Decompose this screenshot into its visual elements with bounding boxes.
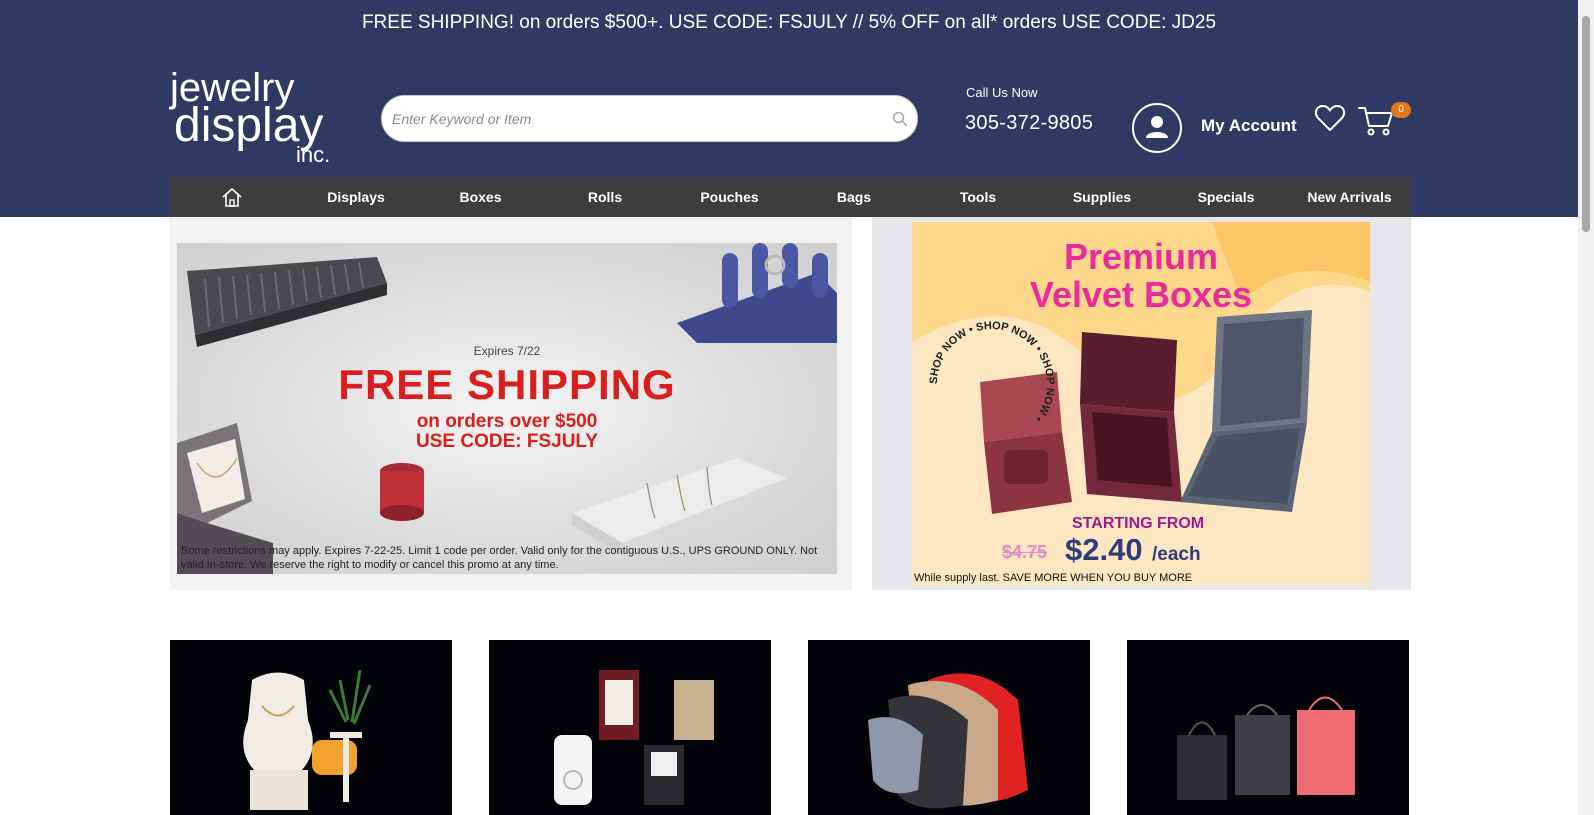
free-shipping-banner[interactable]: Expires 7/22 FREE SHIPPING on orders ove…: [170, 217, 852, 590]
nav-boxes[interactable]: Boxes: [418, 177, 543, 217]
scrollbar-thumb[interactable]: [1582, 16, 1590, 232]
nav-tools[interactable]: Tools: [916, 177, 1040, 217]
cart-icon[interactable]: [1357, 103, 1395, 137]
call-us-label: Call Us Now: [966, 85, 1038, 100]
category-tile-displays[interactable]: [170, 640, 452, 815]
starting-from-label: STARTING FROM: [1072, 515, 1205, 532]
necklace-bust-image: [243, 669, 372, 810]
site-logo[interactable]: jewelry display inc.: [168, 66, 358, 170]
search-box: [381, 95, 918, 142]
page: FREE SHIPPING! on orders $500+. USE CODE…: [0, 0, 1594, 815]
svg-text:SHOP NOW • SHOP NOW • SHOP NOW: SHOP NOW • SHOP NOW • SHOP NOW •: [928, 320, 1056, 424]
supply-note: While supply last. SAVE MORE WHEN YOU BU…: [914, 572, 1193, 584]
category-tile-pouches[interactable]: [808, 640, 1090, 815]
velvet-title-line-2: Velvet Boxes: [1029, 274, 1253, 315]
phone-number[interactable]: 305-372-9805: [965, 112, 1093, 135]
expires-text: Expires 7/22: [473, 344, 541, 358]
account-button[interactable]: [1132, 103, 1182, 153]
bags-image: [1177, 696, 1355, 800]
search-input[interactable]: [392, 96, 882, 141]
nav-displays[interactable]: Displays: [294, 177, 418, 217]
my-account-link[interactable]: My Account: [1201, 116, 1297, 136]
search-icon[interactable]: [891, 110, 909, 128]
user-icon: [1146, 116, 1168, 138]
jewelry-boxes-image: [554, 670, 714, 805]
nav-pouches[interactable]: Pouches: [667, 177, 792, 217]
vertical-scrollbar[interactable]: [1578, 0, 1594, 815]
free-shipping-title: FREE SHIPPING: [338, 361, 676, 408]
nav-bags[interactable]: Bags: [792, 177, 916, 217]
promo-bar: FREE SHIPPING! on orders $500+. USE CODE…: [361, 12, 1217, 33]
category-tile-boxes[interactable]: [489, 640, 771, 815]
category-tile-bags[interactable]: [1127, 640, 1409, 815]
nav-supplies[interactable]: Supplies: [1040, 177, 1164, 217]
price-unit: /each: [1152, 544, 1201, 565]
home-icon: [222, 188, 242, 207]
nav-rolls[interactable]: Rolls: [543, 177, 667, 217]
promo-code-text: USE CODE: FSJULY: [416, 431, 598, 452]
velvet-boxes-image: Premium Velvet Boxes SHOP NOW • SHOP NOW…: [912, 222, 1370, 585]
main-nav: Displays Boxes Rolls Pouches Bags Tools …: [170, 177, 1411, 217]
free-shipping-subtitle: on orders over $500: [416, 411, 598, 432]
old-price: $4.75: [1002, 542, 1048, 562]
site-header: FREE SHIPPING! on orders $500+. USE CODE…: [0, 0, 1578, 217]
nav-specials[interactable]: Specials: [1164, 177, 1288, 217]
logo-line-3: inc.: [296, 142, 331, 167]
wishlist-heart-icon[interactable]: [1314, 103, 1346, 133]
sale-price: $2.40: [1065, 532, 1143, 567]
promo-disclaimer: Some restrictions may apply. Expires 7-2…: [181, 545, 818, 571]
velvet-title-line-1: Premium: [1063, 236, 1219, 277]
nav-new-arrivals[interactable]: New Arrivals: [1288, 177, 1411, 217]
free-shipping-image: Expires 7/22 FREE SHIPPING on orders ove…: [177, 243, 837, 574]
nav-home[interactable]: [170, 177, 294, 217]
shop-now-ring-text: SHOP NOW • SHOP NOW • SHOP NOW •: [928, 320, 1056, 424]
cart-count-badge: 0: [1391, 102, 1411, 118]
velvet-boxes-banner[interactable]: Premium Velvet Boxes SHOP NOW • SHOP NOW…: [872, 217, 1411, 590]
pouches-image: [868, 673, 1028, 809]
